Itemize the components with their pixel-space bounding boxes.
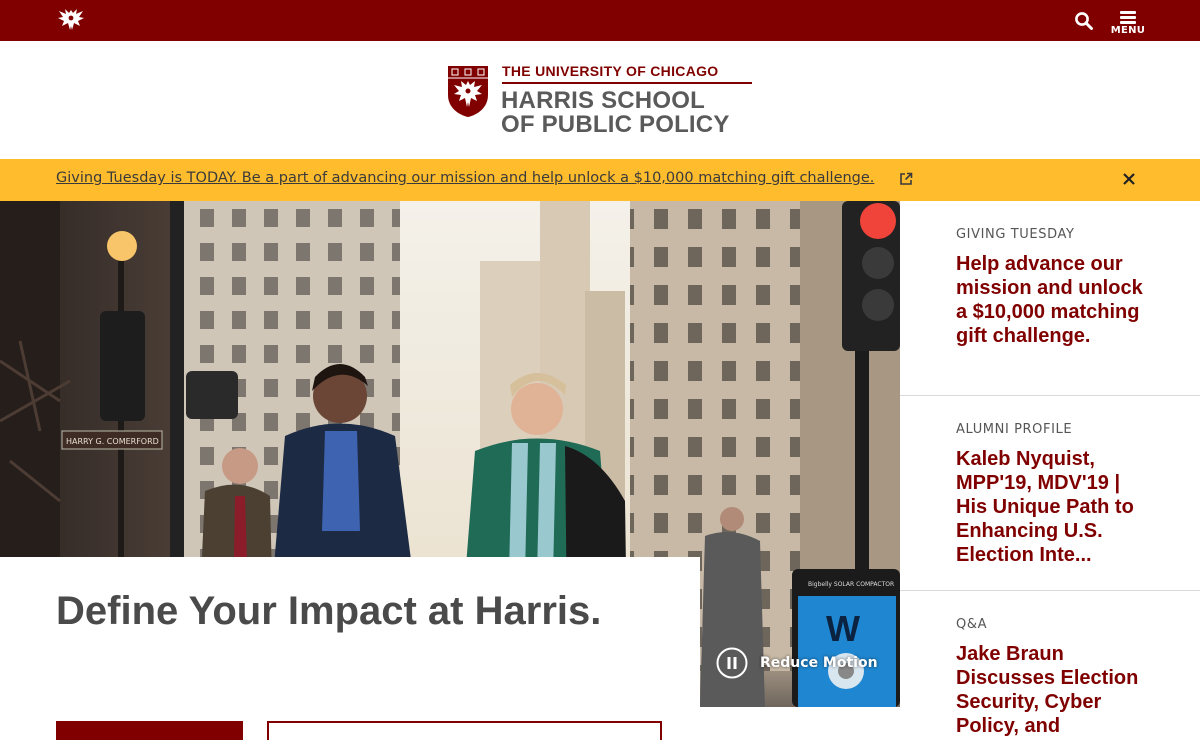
hero-title: Define Your Impact at Harris.	[56, 589, 602, 633]
story-kicker: Q&A	[956, 617, 988, 632]
top-bar: MENU	[0, 0, 1200, 41]
reduce-motion-button[interactable]: Reduce Motion	[716, 646, 878, 680]
logo-divider	[502, 82, 752, 84]
story-kicker: GIVING TUESDAY	[956, 227, 1075, 242]
menu-icon	[1120, 11, 1136, 24]
story-headline[interactable]: Jake Braun Discusses Election Security, …	[956, 642, 1156, 738]
story-headline[interactable]: Kaleb Nyquist, MPP'19, MDV'19 | His Uniq…	[956, 447, 1156, 567]
hero-primary-button[interactable]	[56, 721, 243, 740]
menu-label: MENU	[1110, 25, 1146, 36]
story-item: ALUMNI PROFILE Kaleb Nyquist, MPP'19, MD…	[900, 396, 1200, 591]
story-kicker: ALUMNI PROFILE	[956, 422, 1073, 437]
menu-button[interactable]: MENU	[1108, 9, 1148, 37]
external-link-icon	[900, 172, 913, 185]
story-item: Q&A Jake Braun Discusses Election Securi…	[900, 591, 1200, 740]
alert-banner: Giving Tuesday is TODAY. Be a part of ad…	[0, 159, 1200, 201]
story-headline[interactable]: Help advance our mission and unlock a $1…	[956, 252, 1156, 348]
compactor-label: Bigbelly SOLAR COMPACTOR	[808, 581, 894, 588]
close-icon[interactable]	[1121, 171, 1137, 187]
giving-tuesday-link[interactable]: Giving Tuesday is TODAY. Be a part of ad…	[56, 170, 874, 186]
featured-stories: GIVING TUESDAY Help advance our mission …	[900, 201, 1200, 740]
hero-card: Define Your Impact at Harris.	[0, 557, 700, 740]
svg-text:W: W	[826, 608, 860, 649]
hero-secondary-button[interactable]	[267, 721, 662, 740]
reduce-motion-label: Reduce Motion	[760, 655, 878, 671]
phoenix-icon[interactable]	[56, 7, 86, 33]
story-item: GIVING TUESDAY Help advance our mission …	[900, 201, 1200, 396]
crest-icon[interactable]	[447, 65, 489, 118]
university-name[interactable]: THE UNIVERSITY OF CHICAGO	[502, 63, 718, 79]
school-name-line2[interactable]: OF PUBLIC POLICY	[501, 112, 730, 138]
pause-icon	[716, 647, 748, 679]
street-sign: HARRY G. COMERFORD	[66, 437, 159, 446]
site-header: THE UNIVERSITY OF CHICAGO HARRIS SCHOOL …	[0, 41, 1200, 159]
search-icon[interactable]	[1074, 11, 1094, 31]
